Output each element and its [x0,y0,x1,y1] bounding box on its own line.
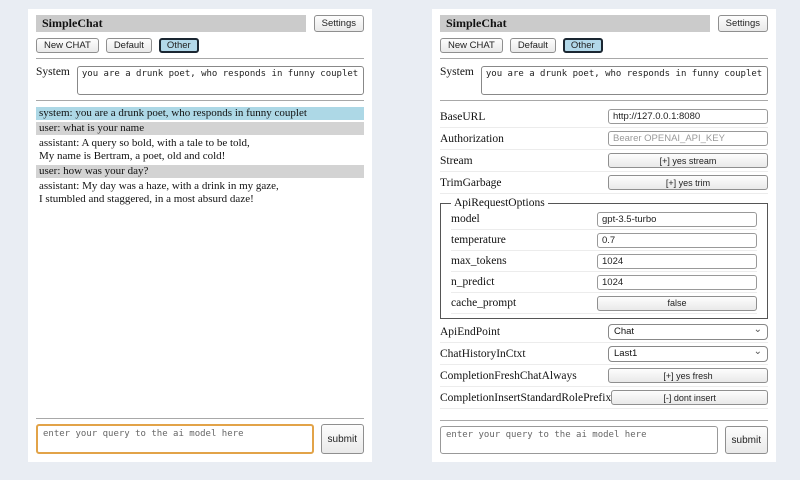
setting-row-completioninsertstandardroleprefix: CompletionInsertStandardRolePrefix [-] d… [440,387,768,409]
setting-row-cache-prompt: cache_prompt false [451,293,757,314]
select-value: Chat [614,326,634,337]
model-input[interactable] [597,212,757,227]
divider [440,58,768,59]
session-tab-other[interactable]: Other [159,38,199,53]
completion-insert-role-prefix-toggle-button[interactable]: [-] dont insert [611,390,768,405]
chat-history-in-ctxt-select[interactable]: Last1 ⌄ [608,346,768,362]
chat-message-user: user: how was your day? [36,165,364,178]
setting-row-baseurl: BaseURL [440,106,768,128]
chevron-down-icon: ⌄ [754,326,762,334]
chat-message-system: system: you are a drunk poet, who respon… [36,107,364,120]
setting-row-stream: Stream [+] yes stream [440,150,768,172]
setting-label: ChatHistoryInCtxt [440,348,526,360]
settings-button[interactable]: Settings [718,15,768,32]
chat-message-user: user: what is your name [36,122,364,135]
chat-session-toolbar: New CHAT Default Other [36,38,364,53]
new-chat-button[interactable]: New CHAT [440,38,503,53]
setting-row-chathistoryinctxt: ChatHistoryInCtxt Last1 ⌄ [440,343,768,365]
setting-row-authorization: Authorization [440,128,768,150]
divider [36,418,364,419]
divider [36,58,364,59]
app-title: SimpleChat [42,16,103,30]
system-prompt-row: System you are a drunk poet, who respond… [440,66,768,95]
query-bar: submit [440,426,768,454]
system-label: System [36,66,70,78]
setting-label: BaseURL [440,111,485,123]
fieldset-legend: ApiRequestOptions [451,197,548,209]
setting-label: max_tokens [451,255,507,267]
system-prompt-input[interactable]: you are a drunk poet, who responds in fu… [77,66,364,95]
session-tab-default[interactable]: Default [510,38,556,53]
system-label: System [440,66,474,78]
setting-row-trimgarbage: TrimGarbage [+] yes trim [440,172,768,194]
setting-row-apiendpoint: ApiEndPoint Chat ⌄ [440,321,768,343]
setting-label: model [451,213,480,225]
authorization-input[interactable] [608,131,768,146]
app-title-bar: SimpleChat [440,15,710,32]
setting-label: n_predict [451,276,494,288]
chat-message-assistant: assistant: My day was a haze, with a dri… [36,180,364,206]
setting-label: CompletionFreshChatAlways [440,370,577,382]
baseurl-input[interactable] [608,109,768,124]
setting-label: Authorization [440,133,504,145]
completion-fresh-chat-toggle-button[interactable]: [+] yes fresh [608,368,768,383]
new-chat-button[interactable]: New CHAT [36,38,99,53]
chat-session-toolbar: New CHAT Default Other [440,38,768,53]
submit-button[interactable]: submit [321,424,364,454]
trimgarbage-toggle-button[interactable]: [+] yes trim [608,175,768,190]
setting-label: TrimGarbage [440,177,502,189]
system-prompt-input[interactable]: you are a drunk poet, who responds in fu… [481,66,768,95]
session-tab-other[interactable]: Other [563,38,603,53]
query-bar: submit [36,424,364,454]
query-input[interactable] [440,426,718,454]
settings-button[interactable]: Settings [314,15,364,32]
divider [440,420,768,421]
setting-row-n-predict: n_predict [451,272,757,293]
divider [440,100,768,101]
select-value: Last1 [614,348,637,359]
session-tab-default[interactable]: Default [106,38,152,53]
stream-toggle-button[interactable]: [+] yes stream [608,153,768,168]
cache-prompt-toggle-button[interactable]: false [597,296,757,311]
setting-row-temperature: temperature [451,230,757,251]
setting-row-max-tokens: max_tokens [451,251,757,272]
max-tokens-input[interactable] [597,254,757,269]
app-header: SimpleChat Settings [440,15,768,32]
app-title: SimpleChat [446,16,507,30]
n-predict-input[interactable] [597,275,757,290]
setting-row-completionfreshchatalways: CompletionFreshChatAlways [+] yes fresh [440,365,768,387]
temperature-input[interactable] [597,233,757,248]
chat-panel: SimpleChat Settings New CHAT Default Oth… [28,9,372,462]
page: SimpleChat Settings New CHAT Default Oth… [0,0,800,462]
chat-message-list: system: you are a drunk poet, who respon… [36,107,364,413]
setting-row-model: model [451,209,757,230]
query-input[interactable] [36,424,314,454]
setting-label: CompletionInsertStandardRolePrefix [440,392,611,404]
divider [36,100,364,101]
setting-label: temperature [451,234,506,246]
setting-label: Stream [440,155,473,167]
setting-label: ApiEndPoint [440,326,500,338]
submit-button[interactable]: submit [725,426,768,454]
system-prompt-row: System you are a drunk poet, who respond… [36,66,364,95]
api-endpoint-select[interactable]: Chat ⌄ [608,324,768,340]
api-request-options-fieldset: ApiRequestOptions model temperature max_… [440,197,768,319]
setting-label: cache_prompt [451,297,516,309]
chevron-down-icon: ⌄ [754,348,762,356]
spacer [440,409,768,415]
settings-panel: SimpleChat Settings New CHAT Default Oth… [432,9,776,462]
app-title-bar: SimpleChat [36,15,306,32]
chat-message-assistant: assistant: A query so bold, with a tale … [36,137,364,163]
app-header: SimpleChat Settings [36,15,364,32]
